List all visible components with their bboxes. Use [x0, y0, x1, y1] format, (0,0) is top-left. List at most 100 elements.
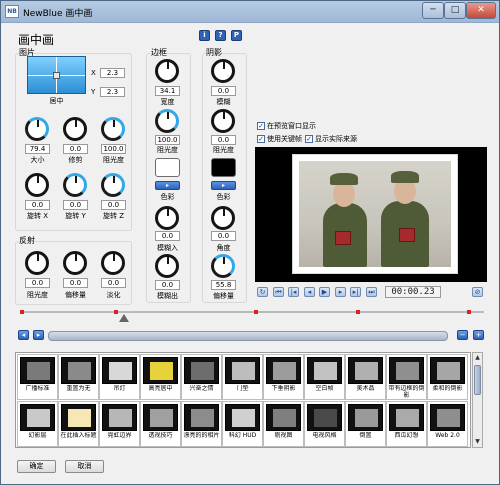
preset-tile[interactable]: 倒置 [345, 401, 386, 447]
blur-in-knob[interactable] [155, 206, 179, 230]
preset-tile[interactable]: 美术品 [345, 354, 386, 400]
preset-tile[interactable]: 带有边框的倒影 [386, 354, 427, 400]
size-knob[interactable] [25, 117, 49, 141]
preset-tile[interactable]: 剔视图 [263, 401, 304, 447]
shadow-opacity-value[interactable]: 0.0 [211, 135, 236, 145]
y-value-field[interactable]: 2.3 [100, 87, 125, 97]
preset-tile[interactable]: 柔和的倒影 [427, 354, 468, 400]
shadow-blur-knob[interactable] [211, 59, 235, 83]
rotate-z-knob[interactable] [101, 173, 125, 197]
shadow-color-swatch[interactable] [211, 158, 236, 177]
minimize-button[interactable]: ─ [422, 2, 444, 19]
border-width-knob[interactable] [155, 59, 179, 83]
shadow-offset-knob[interactable] [211, 254, 235, 278]
rotate-x-value[interactable]: 0.0 [25, 200, 50, 210]
keyframe-marker[interactable] [114, 310, 118, 314]
shadow-opacity-knob[interactable] [211, 109, 235, 133]
preset-tile[interactable]: 西瓜幻想 [386, 401, 427, 447]
size-value[interactable]: 79.4 [25, 144, 50, 154]
reflection-fade-knob[interactable] [101, 251, 125, 275]
timeline-scrollbar[interactable] [48, 331, 448, 341]
shadow-angle-knob[interactable] [211, 206, 235, 230]
ok-button[interactable]: 确定 [17, 460, 56, 473]
rotate-x-knob[interactable] [25, 173, 49, 197]
border-color-picker-button[interactable]: ▸ [155, 181, 180, 190]
border-opacity-value[interactable]: 100.0 [155, 135, 180, 145]
preset-tile[interactable]: 下垂阴影 [263, 354, 304, 400]
scroll-up-icon[interactable]: ▲ [474, 354, 481, 362]
blur-out-knob[interactable] [155, 254, 179, 278]
go-start-icon[interactable]: ⏮ [273, 287, 284, 297]
preset-tile[interactable]: 高亮居中 [140, 354, 181, 400]
maximize-button[interactable]: □ [444, 2, 466, 19]
zoom-in-button[interactable]: + [473, 330, 484, 340]
preset-tile[interactable]: 霓虹边界 [99, 401, 140, 447]
keyframe-marker[interactable] [467, 310, 471, 314]
scroll-down-icon[interactable]: ▼ [474, 438, 481, 446]
preset-tile[interactable]: 空白帧 [304, 354, 345, 400]
settings-icon[interactable]: ⊘ [472, 287, 483, 297]
scroll-thumb[interactable] [474, 365, 481, 395]
crop-value[interactable]: 0.0 [63, 144, 88, 154]
blur-in-value[interactable]: 0.0 [155, 231, 180, 241]
zoom-out-button[interactable]: − [457, 330, 468, 340]
next-key-icon[interactable]: ▸| [350, 287, 361, 297]
preset-tile[interactable]: 幻影层 [17, 401, 58, 447]
reflection-fade-value[interactable]: 0.0 [101, 278, 126, 288]
preset-tile[interactable]: 门垫 [222, 354, 263, 400]
loop-icon[interactable]: ↻ [257, 287, 268, 297]
title-bar[interactable]: NB NewBlue 画中画 ─ □ ✕ [1, 1, 499, 23]
preset-button[interactable]: P [231, 30, 242, 41]
step-forward-icon[interactable]: ▸ [335, 287, 346, 297]
reflection-opacity-knob[interactable] [25, 251, 49, 275]
timeline-next-button[interactable]: ▸ [33, 330, 44, 340]
play-icon[interactable]: ▶ [319, 287, 330, 297]
timeline-prev-button[interactable]: ◂ [18, 330, 29, 340]
reflection-offset-knob[interactable] [63, 251, 87, 275]
border-width-value[interactable]: 34.1 [155, 86, 180, 96]
reflection-opacity-value[interactable]: 0.0 [25, 278, 50, 288]
keyframe-track[interactable] [20, 311, 484, 313]
keyframe-marker[interactable] [20, 310, 24, 314]
preset-tile[interactable]: 广播标准 [17, 354, 58, 400]
gallery-scrollbar[interactable]: ▲ ▼ [472, 352, 483, 448]
crop-knob[interactable] [63, 117, 87, 141]
rotate-z-value[interactable]: 0.0 [101, 200, 126, 210]
preset-tile[interactable]: 吊灯 [99, 354, 140, 400]
preset-tile[interactable]: 漂亮的的相片 [181, 401, 222, 447]
preset-tile[interactable]: 电视风格 [304, 401, 345, 447]
shadow-offset-value[interactable]: 55.8 [211, 280, 236, 290]
help-button[interactable]: ? [215, 30, 226, 41]
preset-tile[interactable]: 兴奋之情 [181, 354, 222, 400]
show-source-checkbox[interactable]: ✓ 显示实际来源 [305, 134, 357, 144]
rotate-y-value[interactable]: 0.0 [63, 200, 88, 210]
preset-tile[interactable]: 科幻 HUD [222, 401, 263, 447]
opacity-knob[interactable] [101, 117, 125, 141]
cancel-button[interactable]: 取消 [65, 460, 104, 473]
position-pad[interactable] [27, 56, 86, 94]
go-end-icon[interactable]: ⏭ [366, 287, 377, 297]
shadow-angle-value[interactable]: 0.0 [211, 231, 236, 241]
blur-out-value[interactable]: 0.0 [155, 280, 180, 290]
preset-tile[interactable]: Web 2.0 [427, 401, 468, 447]
preset-tile[interactable]: 透视技巧 [140, 401, 181, 447]
border-opacity-knob[interactable] [155, 109, 179, 133]
preset-tile[interactable]: 重置为无 [58, 354, 99, 400]
close-button[interactable]: ✕ [466, 2, 496, 19]
info-button[interactable]: i [199, 30, 210, 41]
position-handle[interactable] [53, 72, 60, 79]
x-value-field[interactable]: 2.3 [100, 68, 125, 78]
keyframe-marker[interactable] [254, 310, 258, 314]
reflection-offset-value[interactable]: 0.0 [63, 278, 88, 288]
playhead-icon[interactable] [119, 314, 129, 322]
shadow-blur-value[interactable]: 0.0 [211, 86, 236, 96]
keyframe-marker[interactable] [356, 310, 360, 314]
use-keyframes-checkbox[interactable]: ✓ 使用关键帧 [257, 134, 302, 144]
rotate-y-knob[interactable] [63, 173, 87, 197]
shadow-color-picker-button[interactable]: ▸ [211, 181, 236, 190]
preset-tile[interactable]: 在此插入标题 [58, 401, 99, 447]
pip-frame[interactable] [292, 154, 458, 274]
step-back-icon[interactable]: ◂ [304, 287, 315, 297]
opacity-value[interactable]: 100.0 [101, 144, 126, 154]
border-color-swatch[interactable] [155, 158, 180, 177]
